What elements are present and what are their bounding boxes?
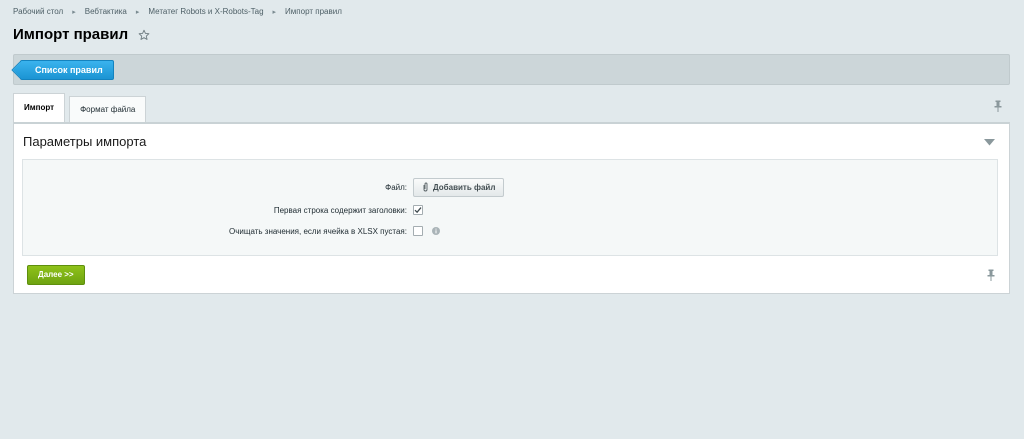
info-icon[interactable] bbox=[432, 227, 440, 235]
first-row-headers-label: Первая строка содержит заголовки: bbox=[273, 205, 407, 215]
checkmark-icon bbox=[414, 207, 422, 214]
chevron-right-icon: ▸ bbox=[135, 8, 140, 16]
section-title: Параметры импорта bbox=[23, 134, 147, 149]
file-row: Файл: Добавить файл bbox=[23, 177, 997, 197]
clear-values-row: Очищать значения, если ячейка в XLSX пус… bbox=[23, 223, 997, 239]
title-row: Импорт правил bbox=[13, 26, 150, 43]
next-button-label: Далее >> bbox=[38, 270, 74, 279]
page: Рабочий стол ▸ Вебтактика ▸ Метатег Robo… bbox=[0, 0, 1024, 439]
clear-values-checkbox[interactable] bbox=[413, 226, 423, 236]
rule-list-button-label: Список правил bbox=[35, 65, 103, 75]
page-title: Импорт правил bbox=[13, 26, 129, 43]
breadcrumb-item-robots[interactable]: Метатег Robots и X-Robots-Tag bbox=[148, 7, 263, 16]
tab-file-format[interactable]: Формат файла bbox=[69, 96, 147, 123]
first-row-headers-row: Первая строка содержит заголовки: bbox=[23, 202, 997, 218]
add-file-label: Добавить файл bbox=[433, 182, 496, 192]
triangle-down-icon[interactable] bbox=[984, 139, 995, 146]
chevron-right-icon: ▸ bbox=[72, 8, 76, 16]
import-params-panel: Параметры импорта Файл: Добавить файл Пе… bbox=[13, 122, 1010, 294]
first-row-headers-checkbox[interactable] bbox=[413, 205, 423, 215]
breadcrumb-item-desktop[interactable]: Рабочий стол bbox=[13, 7, 63, 16]
breadcrumb-item-webtactics[interactable]: Вебтактика bbox=[85, 7, 127, 16]
tabs: Импорт Формат файла bbox=[13, 93, 150, 123]
file-label: Файл: bbox=[385, 182, 407, 192]
tab-import[interactable]: Импорт bbox=[13, 93, 66, 123]
form-area: Файл: Добавить файл Первая строка содерж… bbox=[22, 159, 998, 256]
clear-values-label: Очищать значения, если ячейка в XLSX пус… bbox=[229, 226, 407, 236]
paperclip-icon bbox=[423, 182, 428, 192]
pin-icon[interactable] bbox=[993, 100, 1003, 112]
pin-icon[interactable] bbox=[986, 269, 996, 281]
next-button[interactable]: Далее >> bbox=[27, 265, 85, 285]
add-file-button[interactable]: Добавить файл bbox=[413, 177, 505, 197]
toolbar: Список правил bbox=[13, 54, 1010, 85]
breadcrumb: Рабочий стол ▸ Вебтактика ▸ Метатег Robo… bbox=[13, 7, 342, 16]
star-icon[interactable] bbox=[138, 29, 150, 41]
chevron-right-icon: ▸ bbox=[272, 8, 277, 16]
rule-list-button[interactable]: Список правил bbox=[20, 60, 114, 80]
breadcrumb-item-current: Импорт правил bbox=[285, 7, 342, 16]
